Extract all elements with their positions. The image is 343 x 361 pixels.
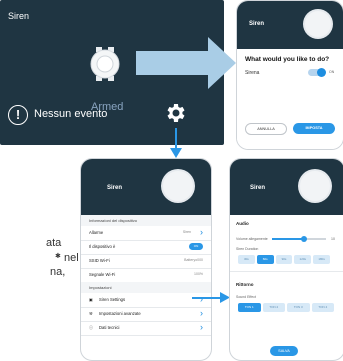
- alert-icon: !: [8, 105, 28, 125]
- dialog-header-title: Siren: [249, 21, 265, 27]
- siren-settings-icon: ▣: [89, 297, 93, 302]
- device-avatar-icon: [300, 171, 330, 201]
- chevron-right-icon: ›: [200, 308, 203, 318]
- save-button[interactable]: SALVA: [270, 346, 298, 356]
- tone-option[interactable]: TON 2: [262, 303, 285, 312]
- duration-option[interactable]: 90s: [275, 255, 293, 264]
- audio-header-title: Siren: [250, 185, 266, 191]
- audio-section-title: Audio: [236, 221, 249, 226]
- chevron-right-icon: ›: [200, 322, 203, 332]
- settings-header-title: Siren: [107, 185, 123, 191]
- toggle-state: ON: [329, 70, 335, 74]
- wrench-icon: ⚒: [89, 311, 93, 316]
- list-item-ssid: SSID Wi-Fi Batteryo000: [81, 254, 211, 269]
- armed-status: Armed: [91, 101, 124, 113]
- device-avatar-icon: [163, 171, 193, 201]
- list-item-advanced[interactable]: ⚒ Impostazioni avanzate ›: [81, 307, 211, 322]
- divider: [230, 271, 343, 272]
- duration-option[interactable]: 30s: [238, 255, 255, 264]
- gear-icon[interactable]: [163, 101, 187, 125]
- info-icon: ⓘ: [89, 325, 93, 330]
- list-item-tech-data[interactable]: ⓘ Dati tecnici ›: [81, 321, 211, 336]
- device-card-title: Siren: [8, 11, 30, 21]
- dialog-question: What would you like to do?: [245, 56, 330, 63]
- tone-selector: TON 1 TON 2 TON 3 TON 4: [238, 303, 334, 312]
- section-header: Impostazioni: [81, 282, 211, 293]
- cancel-button[interactable]: ANNULLA: [245, 123, 287, 135]
- list-item-siren-settings[interactable]: ▣ Siren Settings ›: [81, 293, 211, 308]
- duration-option[interactable]: 60s: [256, 255, 274, 264]
- settings-header: Siren: [81, 159, 211, 215]
- tone-option[interactable]: TON 4: [311, 303, 334, 312]
- audio-phone-screen: Siren Audio Volume allegamente 10 Siren …: [229, 158, 343, 361]
- audio-header: Siren: [230, 159, 343, 215]
- tone-option[interactable]: TON 1: [238, 303, 261, 312]
- chevron-right-icon: ›: [200, 227, 203, 237]
- tone-option[interactable]: TON 3: [287, 303, 310, 312]
- dialog-phone-screen: Siren What would you like to do? Sirena …: [236, 0, 343, 150]
- chevron-right-icon: ›: [200, 294, 203, 304]
- list-item-signal: Segnale Wi-Fi 100%: [81, 268, 211, 283]
- arrow-down-icon: [170, 148, 182, 158]
- settings-phone-screen: Siren Informazioni del dispositivo Allar…: [80, 158, 212, 361]
- device-avatar-icon: [305, 11, 331, 37]
- gear-inline-icon: ✱: [55, 253, 61, 260]
- list-item-alarm[interactable]: Allarme Siren ›: [81, 226, 211, 241]
- side-text-line1: ata: [46, 237, 62, 249]
- confirm-button[interactable]: IMPOSTA: [293, 123, 335, 134]
- toggle-knob: [317, 68, 326, 77]
- side-text-line3: na,: [50, 266, 66, 278]
- section-header: Informazioni del dispositivo: [81, 215, 211, 226]
- ringtone-section-title: Rittorno: [236, 282, 254, 287]
- volume-value: 10: [331, 237, 335, 241]
- volume-slider-knob[interactable]: [301, 235, 308, 242]
- duration-option[interactable]: 120s: [294, 255, 312, 264]
- duration-selector: 30s 60s 90s 120s 180s: [238, 255, 330, 264]
- sound-label: Sound Effect: [236, 295, 256, 299]
- list-item-device-status[interactable]: Il dispositivo è ON: [81, 240, 211, 255]
- duration-label: Siren Duration: [236, 247, 259, 251]
- volume-slider-fill: [272, 238, 305, 240]
- audio-settings-panel: Audio Volume allegamente 10 Siren Durati…: [230, 215, 343, 360]
- arrow-right-icon: [136, 37, 236, 89]
- siren-device-icon: [90, 47, 120, 81]
- duration-option[interactable]: 180s: [313, 255, 330, 264]
- volume-label: Volume allegamente: [236, 237, 268, 241]
- side-text-line2: nel: [64, 252, 79, 264]
- dialog-header: Siren: [237, 1, 343, 49]
- action-dialog: What would you like to do? Sirena ON ANN…: [237, 49, 343, 149]
- connector-line: [192, 297, 222, 299]
- siren-toggle-label: Sirena: [245, 70, 260, 76]
- status-badge: ON: [189, 243, 203, 250]
